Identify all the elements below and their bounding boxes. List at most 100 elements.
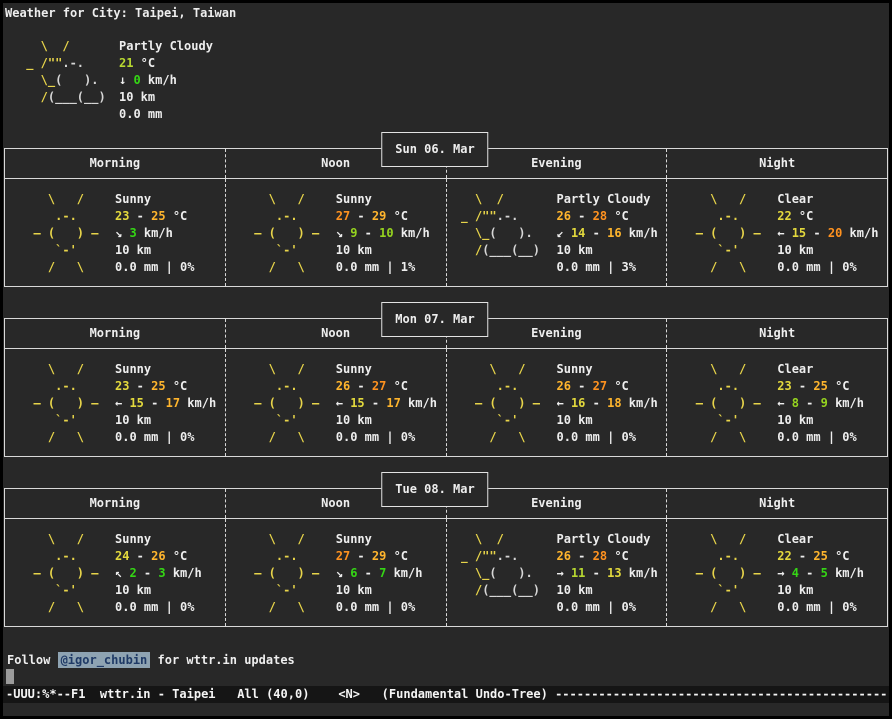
forecast-info: Sunny23 - 25 °C← 15 - 17 km/h10 km0.0 mm…	[115, 361, 225, 456]
text-line: `-'	[240, 412, 336, 429]
text-line: → 11 - 13 km/h	[557, 565, 667, 582]
text-line: 0.0 mm | 0%	[336, 599, 446, 616]
text-line: .-.	[461, 378, 557, 395]
text-line: .-.	[240, 208, 336, 225]
text-line: 21 °C	[119, 55, 213, 72]
text-line: \ /	[461, 191, 557, 208]
text-line: 10 km	[336, 242, 446, 259]
text-line: `-'	[461, 412, 557, 429]
text-line: \ /	[461, 531, 557, 548]
text-line: 10 km	[777, 582, 887, 599]
text-line: `-'	[681, 582, 777, 599]
text-line: ← 15 - 17 km/h	[115, 395, 225, 412]
forecast-cell-night: \ / .-. ― ( ) ― `-' / \Clear22 °C← 15 - …	[666, 179, 887, 286]
text-line: 27 - 29 °C	[336, 208, 446, 225]
text-line: `-'	[681, 412, 777, 429]
text-line: /(___(__)	[461, 582, 557, 599]
text-line: Partly Cloudy	[119, 38, 213, 55]
text-line: ↖ 2 - 3 km/h	[115, 565, 225, 582]
partly-cloudy-icon: \ /_ /"".-. \_( ). /(___(__)	[447, 531, 557, 626]
forecast-table: MorningNoonEveningNight \ / .-. ― ( ) ― …	[4, 148, 888, 287]
text-line: / \	[681, 429, 777, 446]
text-line: .-.	[240, 548, 336, 565]
emacs-modeline: -UUU:%*--F1 wttr.in - Taipei All (40,0) …	[3, 686, 889, 703]
text-line: Clear	[777, 531, 887, 548]
text-line: Sunny	[115, 361, 225, 378]
forecast-table: MorningNoonEveningNight \ / .-. ― ( ) ― …	[4, 318, 888, 457]
text-line: .-.	[19, 378, 115, 395]
forecast-days: Sun 06. MarMorningNoonEveningNight \ / .…	[3, 132, 889, 627]
text-line: / \	[19, 259, 115, 276]
text-line: \ /	[19, 361, 115, 378]
text-line: \ /	[240, 361, 336, 378]
text-line: 26 - 28 °C	[557, 208, 667, 225]
forecast-body-row: \ / .-. ― ( ) ― `-' / \Sunny23 - 25 °C↘ …	[5, 179, 887, 286]
forecast-cell-morning: \ / .-. ― ( ) ― `-' / \Sunny24 - 26 °C↖ …	[5, 519, 225, 626]
day-label: Tue 08. Mar	[381, 472, 488, 507]
text-line: ↘ 9 - 10 km/h	[336, 225, 446, 242]
text-line: ― ( ) ―	[681, 565, 777, 582]
text-line: 10 km	[119, 89, 213, 106]
text-line: → 4 - 5 km/h	[777, 565, 887, 582]
twitter-handle-link[interactable]: @igor_chubin	[58, 652, 151, 668]
partly-cloudy-icon: \ /_ /"".-. \_( ). /(___(__)	[447, 191, 557, 286]
text-line: 10 km	[557, 242, 667, 259]
text-line: ← 15 - 17 km/h	[336, 395, 446, 412]
text-line: .-.	[681, 548, 777, 565]
sunny-icon: \ / .-. ― ( ) ― `-' / \	[667, 191, 777, 286]
text-line: / \	[19, 429, 115, 446]
text-line: 22 - 25 °C	[777, 548, 887, 565]
text-line: ↘ 6 - 7 km/h	[336, 565, 446, 582]
text-line: 10 km	[336, 412, 446, 429]
text-line: 26 - 27 °C	[557, 378, 667, 395]
forecast-info: Partly Cloudy26 - 28 °C→ 11 - 13 km/h10 …	[557, 531, 667, 626]
period-header-night: Night	[666, 149, 887, 178]
period-header-morning: Morning	[5, 489, 225, 518]
text-line: `-'	[240, 582, 336, 599]
text-line: .-.	[681, 208, 777, 225]
terminal-cursor[interactable]	[6, 669, 14, 684]
text-line: / \	[681, 259, 777, 276]
text-line: ← 15 - 20 km/h	[777, 225, 887, 242]
text-line: ― ( ) ―	[240, 395, 336, 412]
text-line: ― ( ) ―	[240, 225, 336, 242]
text-line: / \	[240, 259, 336, 276]
text-line: \_( ).	[461, 225, 557, 242]
forecast-day-section: Sun 06. MarMorningNoonEveningNight \ / .…	[4, 132, 888, 287]
text-line: 23 - 25 °C	[777, 378, 887, 395]
text-line: 10 km	[115, 582, 225, 599]
period-header-night: Night	[666, 319, 887, 348]
text-line: ← 16 - 18 km/h	[557, 395, 667, 412]
text-line: 0.0 mm | 3%	[557, 259, 667, 276]
text-line: .-.	[240, 378, 336, 395]
text-line: / \	[19, 599, 115, 616]
text-line: 10 km	[115, 242, 225, 259]
text-line: .-.	[19, 548, 115, 565]
text-line: Clear	[777, 361, 887, 378]
sunny-icon: \ / .-. ― ( ) ― `-' / \	[667, 531, 777, 626]
text-line: Clear	[777, 191, 887, 208]
terminal-screen: Weather for City: Taipei, Taiwan \ / _ /…	[3, 3, 889, 716]
text-line: \_( ).	[19, 72, 119, 89]
day-label: Sun 06. Mar	[381, 132, 488, 167]
text-line: 0.0 mm | 0%	[777, 429, 887, 446]
text-line: ↙ 14 - 16 km/h	[557, 225, 667, 242]
sunny-icon: \ / .-. ― ( ) ― `-' / \	[447, 361, 557, 456]
forecast-cell-evening: \ / .-. ― ( ) ― `-' / \Sunny26 - 27 °C← …	[446, 349, 667, 456]
text-line: 0.0 mm | 1%	[336, 259, 446, 276]
sunny-icon: \ / .-. ― ( ) ― `-' / \	[226, 191, 336, 286]
text-line: _ /"".-.	[461, 208, 557, 225]
forecast-cell-evening: \ /_ /"".-. \_( ). /(___(__)Partly Cloud…	[446, 179, 667, 286]
text-line: 0.0 mm | 0%	[115, 259, 225, 276]
text-line: ― ( ) ―	[461, 395, 557, 412]
forecast-info: Sunny24 - 26 °C↖ 2 - 3 km/h10 km0.0 mm |…	[115, 531, 225, 626]
text-line: \ /	[240, 191, 336, 208]
text-line: `-'	[240, 242, 336, 259]
text-line: `-'	[19, 242, 115, 259]
forecast-cell-night: \ / .-. ― ( ) ― `-' / \Clear22 - 25 °C→ …	[666, 519, 887, 626]
text-line: Sunny	[557, 361, 667, 378]
text-line: .-.	[681, 378, 777, 395]
text-line: _ /"".-.	[461, 548, 557, 565]
text-line: \ /	[240, 531, 336, 548]
text-line: 0.0 mm	[119, 106, 213, 123]
